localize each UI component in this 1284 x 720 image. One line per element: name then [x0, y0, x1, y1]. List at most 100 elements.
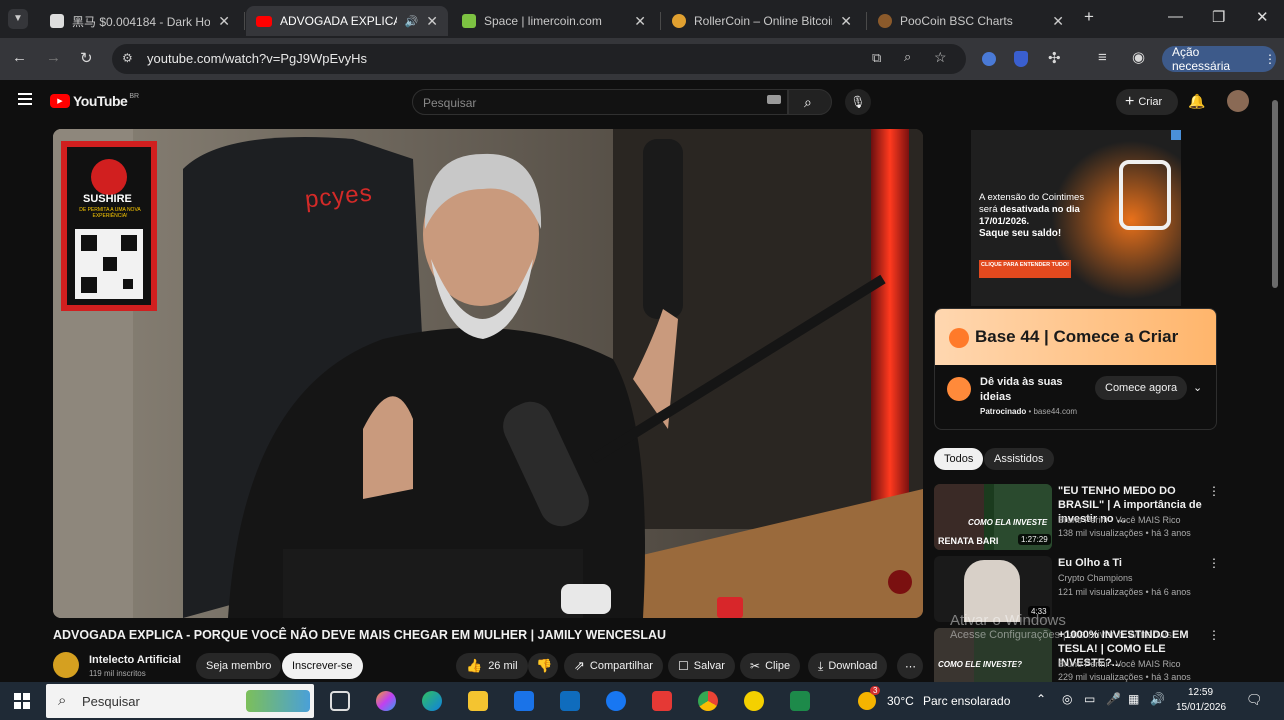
tray-app-icon[interactable]: ◎	[1062, 692, 1072, 706]
tab-limercoin[interactable]: Space | limercoin.com ✕	[452, 6, 656, 36]
address-bar[interactable]: ⚙ youtube.com/watch?v=PgJ9WpEvyHs ⧉ ⌕ ☆	[112, 44, 966, 74]
more-vert-icon[interactable]: ⋮	[1208, 484, 1220, 498]
more-vert-icon[interactable]: ⋮	[1208, 628, 1220, 642]
channel-name[interactable]: Intelecto Artificial	[89, 654, 181, 666]
rec-channel[interactable]: Bruno Perini - Você MAIS Rico	[1058, 513, 1181, 527]
url-text[interactable]: youtube.com/watch?v=PgJ9WpEvyHs	[147, 51, 367, 66]
hamburger-menu-icon[interactable]	[18, 93, 32, 105]
tray-device-icon[interactable]: ▭	[1084, 692, 1095, 706]
tab-search-button[interactable]: ▼	[8, 9, 28, 29]
close-tab-icon[interactable]: ✕	[840, 13, 852, 30]
list-item[interactable]: COMO ELA INVESTE RENATA BARI 1:27:29 "EU…	[934, 484, 1274, 550]
speaker-icon[interactable]: 🔊	[405, 15, 419, 28]
youtube-logo[interactable]: ▶ YouTube BR	[50, 93, 139, 109]
sponsored-banner[interactable]: Base 44 | Comece a Criar	[935, 309, 1216, 365]
close-tab-icon[interactable]: ✕	[1052, 13, 1064, 30]
close-tab-icon[interactable]: ✕	[634, 13, 646, 30]
profile-icon[interactable]: ◉	[1132, 48, 1145, 66]
restore-button[interactable]: ❐	[1212, 8, 1225, 26]
ad-close-icon[interactable]	[1171, 130, 1181, 140]
create-button[interactable]: + Criar	[1116, 89, 1178, 115]
back-icon[interactable]: ←	[12, 49, 27, 66]
keyboard-icon[interactable]	[767, 95, 781, 104]
terminal-icon[interactable]	[790, 691, 810, 711]
zoom-icon[interactable]: ⌕	[904, 49, 911, 65]
action-required-button[interactable]: Ação necessária ⋮	[1162, 45, 1276, 73]
tab-poocoin[interactable]: PooCoin BSC Charts ✕	[868, 6, 1074, 36]
tab-youtube-video[interactable]: ADVOGADA EXPLICA - P 🔊 ✕	[246, 6, 448, 36]
tab-rollercoin[interactable]: RollerCoin – Online Bitcoin M ✕	[662, 6, 862, 36]
volume-icon[interactable]: 🔊	[1150, 692, 1165, 706]
search-input[interactable]: Pesquisar	[412, 89, 788, 115]
video-player[interactable]: pcyes SUSHIRE DE PERMITA A UMA NOVA EXPE…	[53, 129, 923, 618]
store-icon[interactable]	[514, 691, 534, 711]
rec-channel[interactable]: Crypto Champions	[1058, 571, 1133, 585]
notification-center-icon[interactable]: 🗨	[1246, 692, 1263, 708]
chrome-icon[interactable]	[698, 691, 718, 711]
microphone-icon[interactable]: 🎤	[1106, 692, 1121, 706]
file-explorer-icon[interactable]	[468, 691, 488, 711]
search-button[interactable]: ⌕	[788, 89, 832, 115]
more-menu-icon[interactable]: ⋮	[1264, 52, 1276, 66]
action-required-label: Ação necessária	[1172, 45, 1231, 73]
rec-channel[interactable]: Bruno Perini - Você MAIS Rico	[1058, 657, 1181, 671]
reload-icon[interactable]: ↻	[80, 49, 93, 67]
extension-icon[interactable]	[982, 52, 996, 66]
new-tab-button[interactable]: +	[1084, 7, 1094, 27]
extensions-puzzle-icon[interactable]: ✣	[1048, 49, 1061, 67]
download-button[interactable]: ⤓ Download	[808, 653, 888, 679]
channel-avatar[interactable]	[53, 652, 79, 678]
sponsored-card[interactable]: Base 44 | Comece a Criar Dê vida às suas…	[934, 308, 1217, 430]
edge-icon[interactable]	[422, 691, 442, 711]
filter-chip-all[interactable]: Todos	[934, 448, 984, 470]
join-member-button[interactable]: Seja membro	[196, 653, 282, 679]
share-button[interactable]: ⇗ Compartilhar	[564, 653, 663, 679]
minimize-button[interactable]: —	[1168, 8, 1183, 25]
site-info-icon[interactable]: ⚙	[122, 51, 133, 65]
weather-temp[interactable]: 30°C	[887, 694, 914, 708]
youtube-favicon	[256, 15, 272, 27]
chevron-down-icon[interactable]: ⌄	[1193, 381, 1202, 394]
tray-chevron-up-icon[interactable]: ⌃	[1036, 692, 1046, 706]
weather-description[interactable]: Parc ensolarado	[923, 694, 1010, 708]
avatar[interactable]	[1227, 90, 1249, 112]
taskbar-search-box[interactable]: ⌕ Pesquisar	[46, 684, 314, 718]
notifications-bell-icon[interactable]: 🔔	[1188, 93, 1205, 110]
task-view-icon[interactable]	[330, 691, 350, 711]
dislike-button[interactable]: 👎	[528, 653, 558, 679]
video-thumbnail[interactable]: COMO ELA INVESTE RENATA BARI 1:27:29	[934, 484, 1052, 550]
facebook-icon[interactable]	[606, 691, 626, 711]
clip-button[interactable]: ✂ Clipe	[740, 653, 801, 679]
bookmark-star-icon[interactable]: ☆	[934, 49, 947, 66]
clock-time[interactable]: 12:59	[1188, 687, 1213, 698]
close-tab-icon[interactable]: ✕	[426, 13, 438, 30]
like-button[interactable]: 👍 26 mil	[456, 653, 528, 679]
tab-dark-horse[interactable]: 黑马 $0.004184 - Dark Horse ✕	[40, 6, 240, 36]
forward-icon[interactable]: →	[46, 49, 61, 66]
copilot-icon[interactable]	[376, 691, 396, 711]
subscribe-button[interactable]: Inscrever-se	[282, 653, 363, 679]
ad-cta-button[interactable]: CLIQUE PARA ENTENDER TUDO!	[979, 260, 1071, 278]
wps-office-icon[interactable]	[652, 691, 672, 711]
voice-search-button[interactable]: 🎙	[845, 89, 871, 115]
app-icon[interactable]	[744, 691, 764, 711]
tab-strip: ▼ 黑马 $0.004184 - Dark Horse ✕ ADVOGADA E…	[0, 0, 1284, 38]
puzzle-icon	[1119, 160, 1171, 230]
network-icon[interactable]: ▦	[1128, 692, 1139, 706]
outlook-icon[interactable]	[560, 691, 580, 711]
media-control-icon[interactable]: ≡	[1098, 49, 1107, 66]
close-tab-icon[interactable]: ✕	[218, 13, 230, 30]
ad-banner[interactable]: A extensão do Cointimes será desativada …	[971, 130, 1181, 306]
save-button[interactable]: ☐ Salvar	[668, 653, 735, 679]
sponsored-cta-button[interactable]: Comece agora	[1095, 376, 1188, 400]
rec-title[interactable]: Eu Olho a Ti	[1058, 556, 1208, 570]
clock-date[interactable]: 15/01/2026	[1176, 702, 1226, 713]
region-code: BR	[129, 92, 140, 100]
close-window-button[interactable]: ✕	[1256, 8, 1269, 26]
install-app-icon[interactable]: ⧉	[872, 50, 881, 66]
shield-extension-icon[interactable]	[1014, 51, 1028, 67]
more-actions-button[interactable]: ⋯	[897, 653, 923, 679]
more-vert-icon[interactable]: ⋮	[1208, 556, 1220, 570]
filter-chip-watched[interactable]: Assistidos	[984, 448, 1054, 470]
windows-start-icon[interactable]	[14, 693, 30, 709]
